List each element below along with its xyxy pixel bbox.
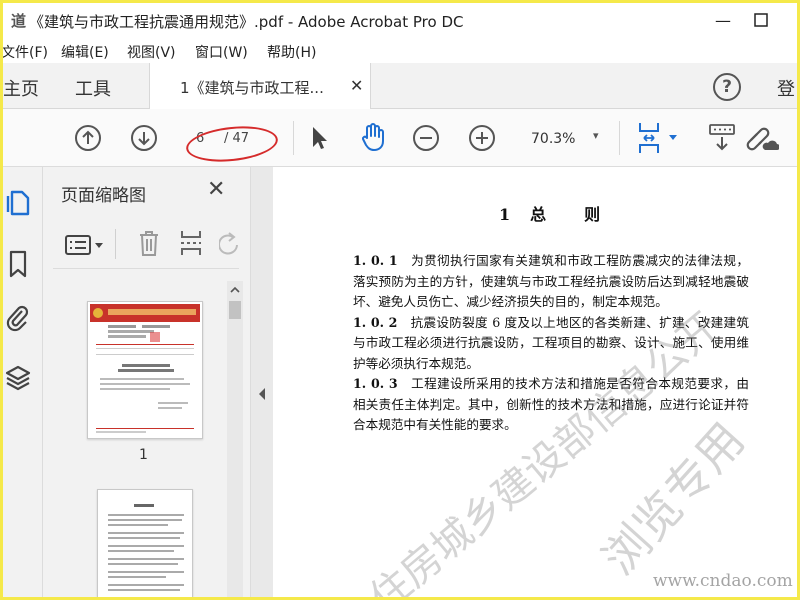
- collapse-left-arrow-icon[interactable]: [257, 387, 267, 401]
- chapter-heading: 1 总 则: [499, 205, 603, 224]
- tab-document[interactable]: 1《建筑与市政工程... ✕: [149, 63, 371, 109]
- clause-paragraph: 1. 0. 1 为贯彻执行国家有关建筑和市政工程防震减灾的法律法规，落实预防为主…: [353, 251, 749, 313]
- toolbar: 6 / 47 70.3% ▾: [3, 109, 797, 167]
- link-cloud-icon: [746, 127, 779, 151]
- arrow-up-circle-icon: [75, 125, 101, 151]
- pages-icon: [6, 190, 30, 216]
- bookmark-icon: [9, 250, 27, 278]
- layers-icon: [5, 365, 31, 391]
- options-menu-button[interactable]: [65, 233, 107, 261]
- thumbnail-page-number: 1: [139, 447, 148, 463]
- rotate-icon: [218, 232, 238, 255]
- maximize-button[interactable]: [741, 7, 781, 33]
- insert-page-button[interactable]: [179, 229, 203, 261]
- layers-button[interactable]: [3, 363, 33, 393]
- toolbar-divider: [619, 121, 620, 155]
- help-icon[interactable]: ?: [713, 73, 741, 101]
- navigation-rail: [3, 167, 43, 597]
- tab-tools[interactable]: 工具: [75, 75, 111, 101]
- toolbar-divider: [115, 229, 116, 259]
- thumbnail-toolbar: [53, 221, 239, 269]
- next-page-button[interactable]: [129, 123, 159, 153]
- hand-tool-button[interactable]: [357, 121, 389, 153]
- page-thumbnail-2[interactable]: [97, 489, 193, 597]
- thumbnail-preview: [90, 304, 200, 433]
- keyboard-download-icon: [709, 124, 735, 151]
- minimize-icon: —: [715, 10, 731, 30]
- thumbnail-scrollbar[interactable]: [227, 281, 243, 597]
- options-list-icon: [65, 235, 103, 255]
- tab-home[interactable]: 主页: [3, 75, 39, 101]
- pointer-arrow-icon: [313, 127, 327, 149]
- login-link[interactable]: 登: [777, 75, 795, 101]
- select-tool-button[interactable]: [305, 123, 333, 153]
- previous-page-button[interactable]: [73, 123, 103, 153]
- fit-page-icon: [639, 123, 677, 153]
- trash-icon: [140, 231, 158, 256]
- document-view[interactable]: 1 总 则 1. 0. 1 为贯彻执行国家有关建筑和市政工程防震减灾的法律法规，…: [273, 167, 797, 597]
- clause-number: 1. 0. 2: [353, 314, 398, 330]
- zoom-dropdown-chevron-icon[interactable]: ▾: [593, 129, 599, 142]
- clause-number: 1. 0. 1: [353, 253, 398, 268]
- document-body: 1. 0. 1 为贯彻执行国家有关建筑和市政工程防震减灾的法律法规，落实预防为主…: [353, 251, 749, 436]
- acrobat-window: 道 《建筑与市政工程抗震通用规范》.pdf - Adobe Acrobat Pr…: [3, 3, 797, 597]
- page-thumbnails-panel: 页面缩略图 ✕ 1: [43, 167, 251, 597]
- zoom-level-input[interactable]: 70.3%: [531, 131, 575, 147]
- hand-icon: [362, 123, 384, 151]
- title-bar: 道 《建筑与市政工程抗震通用规范》.pdf - Adobe Acrobat Pr…: [3, 3, 797, 37]
- zoom-out-icon: [413, 125, 439, 151]
- zoom-in-button[interactable]: [467, 123, 497, 153]
- scrollbar-thumb[interactable]: [229, 301, 241, 319]
- clause-text: 为贯彻执行国家有关建筑和市政工程防震减灾的法律法规，落实预防为主的方针，使建筑与…: [353, 253, 750, 309]
- clause-text: 抗震设防裂度 6 度及以上地区的各类新建、扩建、改建建筑与市政工程必须进行抗震设…: [353, 314, 749, 371]
- delete-page-button[interactable]: [137, 229, 161, 261]
- attachments-button[interactable]: [3, 303, 33, 333]
- paperclip-icon: [6, 305, 29, 332]
- page-split-icon: [181, 231, 201, 255]
- bookmarks-button[interactable]: [3, 249, 33, 279]
- zoom-out-button[interactable]: [411, 123, 441, 153]
- fit-page-button[interactable]: [635, 121, 681, 155]
- scroll-up-icon[interactable]: [229, 285, 241, 295]
- tab-bar: 主页 工具 1《建筑与市政工程... ✕ ? 登: [3, 63, 797, 109]
- menu-help[interactable]: 帮助(H): [267, 42, 316, 62]
- document-tab-label: 1《建筑与市政工程...: [180, 79, 324, 97]
- read-mode-button[interactable]: [707, 121, 737, 155]
- rotate-page-button[interactable]: [218, 231, 239, 261]
- window-title: 《建筑与市政工程抗震通用规范》.pdf - Adobe Acrobat Pro …: [29, 13, 464, 31]
- menu-edit[interactable]: 编辑(E): [61, 42, 109, 62]
- site-watermark: www.cndao.com: [653, 571, 793, 591]
- clause-paragraph: 1. 0. 3 工程建设所采用的技术方法和措施是否符合本规范要求，由相关责任主体…: [353, 374, 749, 436]
- close-tab-icon[interactable]: ✕: [350, 76, 363, 95]
- thumbnail-preview: [108, 504, 184, 591]
- menu-bar: 文件(F) 编辑(E) 视图(V) 窗口(W) 帮助(H): [3, 37, 797, 63]
- clause-number: 1. 0. 3: [353, 376, 398, 391]
- toolbar-divider: [293, 121, 294, 155]
- close-panel-icon[interactable]: ✕: [207, 177, 225, 202]
- maximize-icon: [754, 13, 768, 27]
- page-thumbnail-1[interactable]: [87, 301, 203, 439]
- menu-window[interactable]: 窗口(W): [195, 42, 248, 62]
- panel-title: 页面缩略图: [61, 186, 146, 206]
- zoom-in-icon: [469, 125, 495, 151]
- clause-text: 工程建设所采用的技术方法和措施是否符合本规范要求，由相关责任主体判定。其中，创新…: [353, 376, 750, 432]
- clause-paragraph: 1. 0. 2 抗震设防裂度 6 度及以上地区的各类新建、扩建、改建建筑与市政工…: [353, 313, 749, 375]
- arrow-down-circle-icon: [131, 125, 157, 151]
- panel-splitter[interactable]: [251, 167, 273, 597]
- minimize-button[interactable]: —: [703, 7, 743, 33]
- menu-file[interactable]: 文件(F): [3, 42, 48, 62]
- menu-view[interactable]: 视图(V): [127, 42, 176, 62]
- page-thumbnails-button[interactable]: [3, 187, 33, 217]
- share-link-button[interactable]: [745, 121, 779, 155]
